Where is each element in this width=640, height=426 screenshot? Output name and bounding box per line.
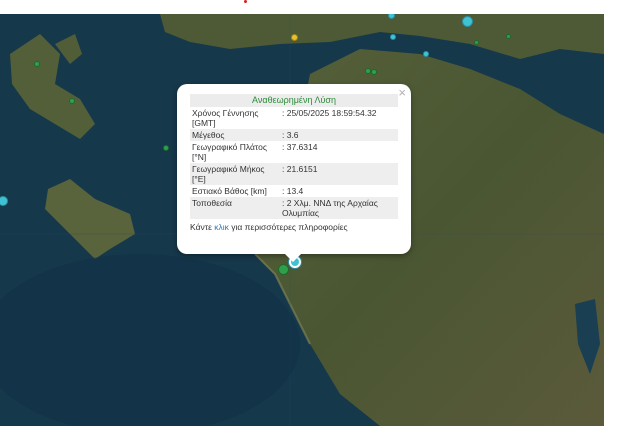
table-row: Χρόνος Γέννησης [GMT] : 25/05/2025 18:59…: [190, 107, 398, 129]
table-row: Τοποθεσία : 2 Χλμ. ΝΝΔ της Αρχαίας Ολυμπ…: [190, 197, 398, 219]
earthquake-info-popup: × Αναθεωρημένη Λύση Χρόνος Γέννησης [GMT…: [177, 84, 411, 262]
depth-value: : 13.4: [282, 186, 304, 196]
latitude-value: : 37.6314: [282, 142, 318, 152]
map-edge-marker: [244, 0, 247, 3]
magnitude-value: : 3.6: [280, 129, 398, 141]
earthquake-marker[interactable]: [423, 51, 429, 57]
origin-time-label: Χρόνος Γέννησης [GMT]: [192, 108, 259, 128]
footer-text-after: για περισσότερες πληροφορίες: [228, 222, 348, 232]
latitude-label: Γεωγραφικό Πλάτος [°N]: [192, 142, 267, 162]
earthquake-marker[interactable]: [371, 69, 377, 75]
location-value: : 2 Χλμ. ΝΝΔ της Αρχαίας Ολυμπίας: [280, 197, 398, 219]
popup-footer: Κάντε κλικ για περισσότερες πληροφορίες: [190, 222, 398, 232]
depth-label: Εστιακό Βάθος [km]: [192, 186, 267, 196]
more-info-link[interactable]: κλικ: [214, 222, 229, 232]
footer-text-before: Κάντε: [190, 222, 215, 232]
earthquake-marker[interactable]: [291, 34, 298, 41]
earthquake-marker[interactable]: [462, 16, 473, 27]
close-icon[interactable]: ×: [398, 86, 406, 99]
origin-time-value: : 25/05/2025 18:59:54.32: [282, 108, 377, 118]
popup-pointer: [285, 254, 301, 262]
earthquake-marker[interactable]: [34, 61, 40, 67]
longitude-label: Γεωγραφικό Μήκος [°E]: [190, 163, 280, 185]
longitude-value: : 21.6151: [280, 163, 398, 185]
earthquake-marker[interactable]: [390, 34, 396, 40]
earthquake-marker[interactable]: [474, 40, 479, 45]
earthquake-marker[interactable]: [69, 98, 75, 104]
earthquake-marker[interactable]: [163, 145, 169, 151]
location-label: Τοποθεσία: [190, 197, 280, 219]
table-row: Γεωγραφικό Πλάτος [°N] : 37.6314: [190, 141, 398, 163]
magnitude-label: Μέγεθος: [190, 129, 280, 141]
table-row: Εστιακό Βάθος [km] : 13.4: [190, 185, 398, 197]
earthquake-marker[interactable]: [278, 264, 289, 275]
popup-title: Αναθεωρημένη Λύση: [190, 94, 398, 107]
table-row: Γεωγραφικό Μήκος [°E] : 21.6151: [190, 163, 398, 185]
earthquake-marker[interactable]: [506, 34, 511, 39]
table-row: Μέγεθος : 3.6: [190, 129, 398, 141]
earthquake-details-table: Χρόνος Γέννησης [GMT] : 25/05/2025 18:59…: [190, 107, 398, 219]
